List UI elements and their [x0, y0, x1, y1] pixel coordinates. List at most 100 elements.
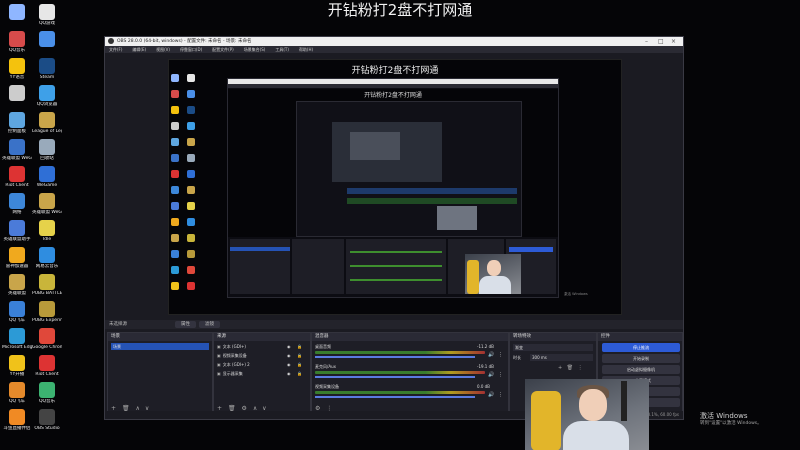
nested-app-icon: [171, 170, 179, 178]
transition-type-value: 渐变: [515, 345, 523, 350]
desktop-icon[interactable]: PUBG Experime...: [32, 301, 62, 323]
desktop-icon[interactable]: 回收站: [32, 139, 62, 161]
source-item[interactable]: ▣ 显示器采集 ◉ 🔒: [217, 370, 305, 377]
app-icon: [39, 58, 55, 74]
speaker-icon[interactable]: 🔊: [488, 352, 494, 358]
app-icon: [39, 382, 55, 398]
minimize-button[interactable]: –: [645, 37, 648, 46]
menu-item[interactable]: 停靠窗口(D): [180, 47, 202, 52]
desktop-icon[interactable]: YY语音: [2, 58, 32, 80]
desktop-icon[interactable]: 网络: [2, 193, 32, 215]
nested-app-icon: [171, 202, 179, 210]
add-transition-button[interactable]: +: [558, 365, 562, 371]
app-icon: [9, 382, 25, 398]
visibility-eye-icon[interactable]: ◉: [287, 370, 291, 377]
desktop-icon[interactable]: QQ游戏: [32, 4, 62, 26]
desktop-icon[interactable]: OBS Studio: [32, 409, 62, 431]
desktop-icon[interactable]: Google Chrome: [32, 328, 62, 350]
desktop-icon[interactable]: QQ音乐: [2, 31, 32, 53]
source-item[interactable]: ▣ 视频采集设备 ◉ 🔒: [217, 352, 305, 359]
menu-item[interactable]: 工具(T): [275, 47, 289, 52]
channel-db: 0.0 dB: [477, 384, 490, 389]
channel-menu-icon[interactable]: ⋮: [498, 372, 503, 378]
transition-type-select[interactable]: 渐变: [513, 344, 593, 351]
desktop-icon-label: QQ音乐: [38, 399, 56, 404]
source-item[interactable]: ▣ 文本 (GDI+) ◉ 🔒: [217, 343, 305, 350]
source-item-label: 文本 (GDI+) 2: [222, 362, 250, 367]
menu-item[interactable]: 文件(F): [109, 47, 122, 52]
nested-app-icon: [187, 266, 195, 274]
volume-slider[interactable]: [315, 356, 475, 358]
maximize-button[interactable]: □: [658, 37, 664, 46]
nested-app-icon: [171, 106, 179, 114]
lock-icon[interactable]: 🔒: [297, 361, 302, 368]
source-item-label: 显示器采集: [222, 371, 243, 376]
filters-button[interactable]: 滤镜: [199, 321, 220, 328]
speaker-icon[interactable]: 🔊: [488, 372, 494, 378]
remove-transition-button[interactable]: 🗑: [567, 365, 573, 371]
source-toolbar: 未选择源 属性 滤镜: [105, 320, 683, 329]
desktop-icon[interactable]: QQ飞车: [2, 382, 32, 404]
control-button[interactable]: 启动虚拟摄像机: [602, 365, 680, 374]
channel-menu-icon[interactable]: ⋮: [498, 352, 503, 358]
desktop-icon[interactable]: 英雄联盟 WeGame: [2, 139, 32, 161]
channel-menu-icon[interactable]: ⋮: [498, 392, 503, 398]
transition-menu-icon[interactable]: ⋮: [578, 365, 583, 371]
desktop-icon[interactable]: QQ音乐: [32, 382, 62, 404]
close-button[interactable]: ×: [671, 37, 676, 46]
volume-slider[interactable]: [315, 376, 475, 378]
desktop-icon[interactable]: 英雄联盟助手: [2, 220, 32, 242]
properties-button[interactable]: 属性: [175, 321, 196, 328]
desktop-icon[interactable]: 网易云音乐: [32, 247, 62, 269]
menu-item[interactable]: 帮助(H): [299, 47, 313, 52]
desktop-icon[interactable]: Riot Client: [32, 355, 62, 377]
desktop-icon[interactable]: 斗鱼直播伴侣: [2, 409, 32, 431]
menu-item[interactable]: 配置文件(P): [212, 47, 234, 52]
desktop-icon[interactable]: Microsoft Edge: [2, 328, 32, 350]
desktop-icon[interactable]: 英雄联盟: [2, 274, 32, 296]
nested-app-icon: [171, 74, 179, 82]
duration-input[interactable]: 300 ms: [530, 354, 593, 361]
desktop-icon[interactable]: PUBG BATTLEGR...: [32, 274, 62, 296]
desktop-icon[interactable]: QQ飞车: [2, 301, 32, 323]
nested-stop-stream-button: [509, 247, 553, 252]
preview-canvas[interactable]: 开钻粉打2盘不打网通 开钻粉打2盘不打网通 激活 Windows: [168, 59, 622, 315]
desktop-icon[interactable]: Idle: [32, 220, 62, 242]
lock-icon[interactable]: 🔒: [297, 352, 302, 359]
menu-item[interactable]: 场景集合(S): [244, 47, 266, 52]
desktop-icon[interactable]: Riot Client: [2, 166, 32, 188]
nested-preview-4: [350, 132, 400, 160]
visibility-eye-icon[interactable]: ◉: [287, 343, 291, 350]
control-button[interactable]: 停止推流: [602, 343, 680, 352]
desktop-icon[interactable]: WeGame: [32, 166, 62, 188]
transitions-dock-title: 转场特效: [510, 333, 596, 341]
source-type-icon: ▣: [217, 371, 221, 376]
desktop-icon[interactable]: 控制面板: [2, 112, 32, 134]
desktop-icon[interactable]: League of Legends: [32, 112, 62, 134]
desktop-icon[interactable]: Steam: [32, 58, 62, 80]
speaker-icon[interactable]: 🔊: [488, 392, 494, 398]
desktop-icon[interactable]: 雷神加速器: [2, 247, 32, 269]
menu-item[interactable]: 编辑(E): [132, 47, 146, 52]
volume-slider[interactable]: [315, 396, 475, 398]
nested-app-icon: [171, 122, 179, 130]
desktop-icon[interactable]: [32, 31, 62, 48]
desktop-icon[interactable]: YY开播: [2, 355, 32, 377]
scene-item[interactable]: 场景: [111, 343, 209, 350]
menu-item[interactable]: 视图(V): [156, 47, 170, 52]
scenes-dock: 场景 场景 + 🗑 ∧ ∨: [107, 332, 213, 419]
app-icon: [9, 112, 25, 128]
visibility-eye-icon[interactable]: ◉: [287, 361, 291, 368]
visibility-eye-icon[interactable]: ◉: [287, 352, 291, 359]
lock-icon[interactable]: 🔒: [297, 343, 302, 350]
desktop-icon-label: Idle: [42, 237, 52, 242]
lock-icon[interactable]: 🔒: [297, 370, 302, 377]
desktop-icon[interactable]: QQ浏览器: [32, 85, 62, 107]
desktop-icon[interactable]: [2, 4, 32, 21]
desktop-icon-label: 网络: [12, 210, 22, 215]
desktop-icon[interactable]: [2, 85, 32, 102]
control-button[interactable]: 开始录制: [602, 354, 680, 363]
source-item[interactable]: ▣ 文本 (GDI+) 2 ◉ 🔒: [217, 361, 305, 368]
preview-webcam: [465, 254, 521, 294]
desktop-icon[interactable]: 英雄联盟 WeGame版: [32, 193, 62, 215]
